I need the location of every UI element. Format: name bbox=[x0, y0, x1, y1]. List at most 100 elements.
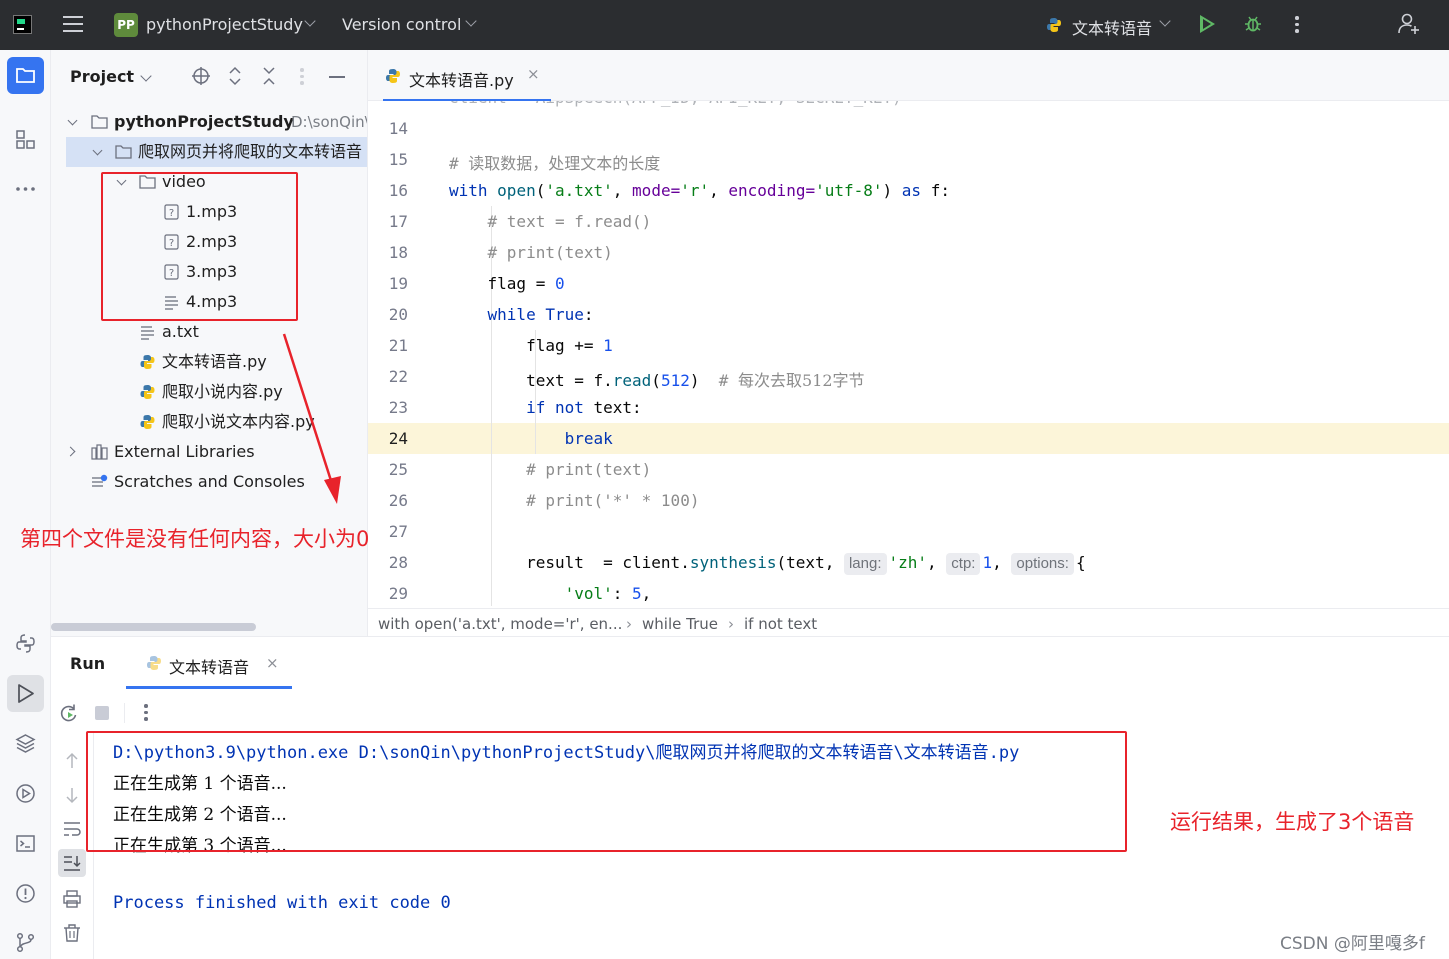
python-file-icon bbox=[386, 69, 400, 83]
scroll-to-end-button[interactable] bbox=[58, 849, 86, 877]
project-tool-button[interactable] bbox=[7, 57, 44, 94]
chevron-down-icon[interactable] bbox=[140, 70, 152, 82]
collapse-all-icon[interactable] bbox=[259, 66, 279, 86]
breadcrumb: with open('a.txt', mode='r', en... › whi… bbox=[368, 608, 1449, 636]
git-tool-button[interactable] bbox=[7, 924, 44, 959]
code-line-partial: client = AipSpeech(APP_ID, API_KEY, SECR… bbox=[449, 101, 902, 107]
code-editor[interactable]: client = AipSpeech(APP_ID, API_KEY, SECR… bbox=[368, 101, 1449, 608]
python-file-icon bbox=[140, 355, 155, 369]
arrow-down-icon[interactable] bbox=[62, 785, 82, 805]
tree-item-file[interactable]: 4.mp3 bbox=[51, 287, 367, 317]
debug-icon[interactable] bbox=[1244, 15, 1262, 33]
project-badge[interactable]: PP bbox=[114, 13, 138, 37]
locate-file-icon[interactable] bbox=[191, 66, 211, 86]
watermark: CSDN @阿里嘎多f bbox=[1280, 934, 1425, 954]
tree-item-file[interactable]: ? 1.mp3 bbox=[51, 197, 367, 227]
run-configuration-selector[interactable]: 文本转语音 bbox=[1072, 15, 1152, 39]
tab-text-to-speech[interactable]: 文本转语音.py × bbox=[383, 50, 553, 102]
close-icon[interactable]: × bbox=[527, 65, 540, 83]
stop-icon[interactable] bbox=[95, 706, 109, 720]
tree-item-file[interactable]: ? 2.mp3 bbox=[51, 227, 367, 257]
line-number: 26 bbox=[388, 491, 408, 510]
scratches-icon bbox=[92, 474, 108, 487]
python-packages-button[interactable] bbox=[7, 625, 44, 662]
folder-icon bbox=[91, 115, 108, 129]
more-tools-button[interactable] bbox=[7, 170, 44, 207]
code-line: # 读取数据，处理文本的长度 bbox=[449, 154, 661, 173]
tree-item-file[interactable]: ? 3.mp3 bbox=[51, 257, 367, 287]
structure-tool-button[interactable] bbox=[7, 121, 44, 158]
line-number: 19 bbox=[388, 274, 408, 293]
scroll-to-end-icon bbox=[64, 856, 81, 871]
run-icon[interactable] bbox=[1200, 15, 1215, 33]
video-folder-name: video bbox=[162, 172, 206, 191]
trash-icon[interactable] bbox=[62, 923, 82, 943]
run-panel-title: Run bbox=[70, 654, 106, 673]
breadcrumb-item[interactable]: with open('a.txt', mode='r', en... bbox=[378, 615, 622, 633]
chevron-down-icon[interactable] bbox=[92, 145, 103, 156]
text-file-icon bbox=[141, 326, 154, 340]
tree-item-root[interactable]: pythonProjectStudy D:\sonQin\ bbox=[51, 107, 368, 137]
left-tool-strip bbox=[0, 50, 51, 959]
services-icon bbox=[16, 784, 35, 803]
code-line-current: break bbox=[564, 429, 613, 448]
print-icon[interactable] bbox=[62, 889, 82, 909]
folder-icon bbox=[115, 145, 132, 159]
code-with-me-icon[interactable] bbox=[1397, 12, 1421, 36]
line-number: 21 bbox=[388, 336, 408, 355]
line-number: 16 bbox=[388, 181, 408, 200]
expand-all-icon[interactable] bbox=[225, 66, 245, 86]
code-line: 'vol': 5, bbox=[564, 584, 652, 603]
layers-tool-button[interactable] bbox=[7, 725, 44, 762]
title-bar: PP pythonProjectStudy Version control 文本… bbox=[0, 0, 1449, 50]
hide-panel-icon[interactable] bbox=[329, 76, 345, 78]
services-tool-button[interactable] bbox=[7, 775, 44, 812]
tree-item-video[interactable]: video bbox=[51, 167, 367, 197]
line-number: 27 bbox=[388, 522, 408, 541]
run-tool-button[interactable] bbox=[7, 675, 44, 712]
chevron-right-icon[interactable] bbox=[65, 446, 76, 457]
main-menu-icon[interactable] bbox=[63, 14, 85, 34]
terminal-tool-button[interactable] bbox=[7, 825, 44, 862]
options-icon[interactable] bbox=[300, 68, 304, 88]
arrow-up-icon[interactable] bbox=[62, 751, 82, 771]
version-control-menu[interactable]: Version control bbox=[342, 15, 461, 34]
code-line: if not text: bbox=[526, 398, 642, 417]
line-number: 20 bbox=[388, 305, 408, 324]
more-actions-icon[interactable] bbox=[1295, 16, 1299, 36]
file-name: 1.mp3 bbox=[186, 202, 238, 221]
unknown-file-icon: ? bbox=[164, 204, 179, 220]
console-output-line: 正在生成第 2 个语音... bbox=[113, 805, 287, 825]
horizontal-scrollbar[interactable] bbox=[51, 623, 256, 631]
close-icon[interactable]: × bbox=[266, 654, 279, 672]
line-number: 23 bbox=[388, 398, 408, 417]
breadcrumb-item[interactable]: while True bbox=[642, 615, 718, 633]
chevron-down-icon[interactable] bbox=[67, 115, 78, 126]
code-line: flag = 0 bbox=[449, 274, 565, 293]
rerun-icon[interactable] bbox=[59, 703, 79, 723]
code-line: # text = f.read() bbox=[487, 212, 652, 231]
file-name: 3.mp3 bbox=[186, 262, 238, 281]
tree-item-folder[interactable]: 爬取网页并将爬取的文本转语音 bbox=[66, 137, 367, 167]
root-project-path: D:\sonQin\ bbox=[291, 113, 368, 131]
chevron-down-icon[interactable] bbox=[116, 175, 127, 186]
run-tab[interactable]: 文本转语音 × bbox=[126, 637, 292, 689]
project-switcher[interactable]: pythonProjectStudy bbox=[146, 15, 303, 34]
code-line: # print(text) bbox=[526, 460, 652, 479]
problems-tool-button[interactable] bbox=[7, 875, 44, 912]
breadcrumb-item[interactable]: if not text bbox=[744, 615, 817, 633]
more-horizontal-icon bbox=[16, 187, 35, 191]
root-project-name: pythonProjectStudy bbox=[114, 112, 294, 131]
code-line: text = f.read(512) # 每次去取512字节 bbox=[449, 371, 865, 390]
svg-text:?: ? bbox=[169, 268, 174, 279]
soft-wrap-icon[interactable] bbox=[62, 819, 82, 839]
more-options-icon[interactable] bbox=[144, 704, 148, 724]
chevron-down-icon bbox=[1159, 15, 1171, 27]
inlay-hint-lang: lang: bbox=[843, 553, 887, 575]
pycharm-logo-icon[interactable] bbox=[13, 15, 32, 34]
editor-tab-bar: 文本转语音.py × bbox=[368, 50, 1449, 102]
python-file-icon bbox=[1047, 18, 1061, 32]
project-view-title[interactable]: Project bbox=[70, 67, 134, 86]
line-number: 22 bbox=[388, 367, 408, 386]
annotation-arrow-icon bbox=[282, 333, 341, 504]
